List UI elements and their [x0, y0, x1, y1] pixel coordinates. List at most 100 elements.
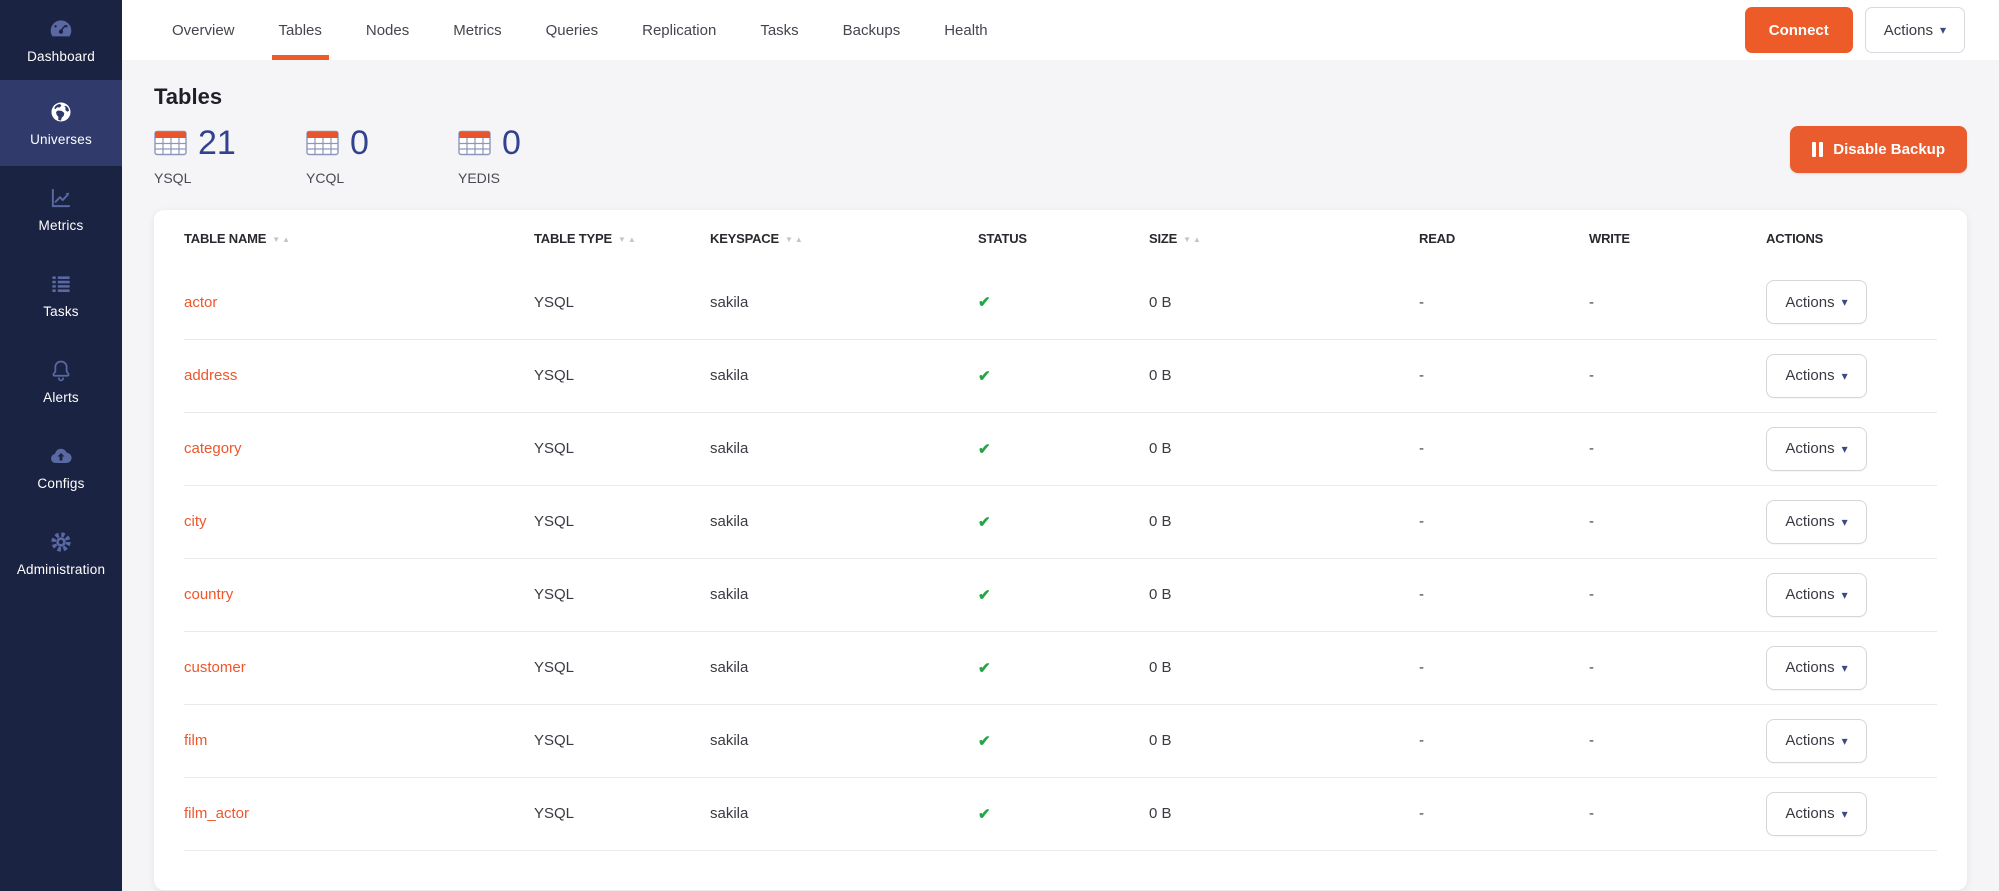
table-name-link[interactable]: film_actor — [184, 805, 249, 822]
col-header-keyspace[interactable]: KEYSPACE▼▲ — [710, 210, 978, 266]
col-header-table-name[interactable]: TABLE NAME▼▲ — [184, 210, 534, 266]
cell-read: - — [1419, 339, 1589, 412]
table-row: category YSQL sakila ✔ 0 B - - Actions — [184, 412, 1937, 485]
tables-card: TABLE NAME▼▲ TABLE TYPE▼▲ KEYSPACE▼▲ STA… — [154, 210, 1967, 890]
row-actions-button[interactable]: Actions ▾ — [1766, 646, 1867, 690]
cell-write: - — [1589, 266, 1766, 339]
globe-icon — [48, 99, 74, 125]
status-check-icon: ✔ — [978, 587, 991, 604]
col-header-read: READ — [1419, 210, 1589, 266]
table-row: customer YSQL sakila ✔ 0 B - - Actions — [184, 631, 1937, 704]
sidebar-item-administration[interactable]: Administration — [0, 510, 122, 596]
sidebar-item-configs[interactable]: Configs — [0, 424, 122, 510]
tab-queries[interactable]: Queries — [533, 0, 612, 60]
cell-keyspace: sakila — [710, 558, 978, 631]
tab-metrics[interactable]: Metrics — [440, 0, 514, 60]
disable-backup-button[interactable]: Disable Backup — [1790, 126, 1967, 173]
table-row: address YSQL sakila ✔ 0 B - - Actions — [184, 339, 1937, 412]
col-header-size[interactable]: SIZE▼▲ — [1149, 210, 1419, 266]
stat-yedis: 0 YEDIS — [458, 126, 610, 186]
connect-button[interactable]: Connect — [1745, 7, 1853, 53]
table-body: actor YSQL sakila ✔ 0 B - - Actions — [184, 266, 1937, 850]
cell-read: - — [1419, 777, 1589, 850]
chevron-down-icon: ▾ — [1842, 370, 1848, 382]
cell-size: 0 B — [1149, 339, 1419, 412]
table-row: film YSQL sakila ✔ 0 B - - Actions — [184, 704, 1937, 777]
cell-write: - — [1589, 777, 1766, 850]
tab-tasks[interactable]: Tasks — [747, 0, 811, 60]
col-header-table-type[interactable]: TABLE TYPE▼▲ — [534, 210, 710, 266]
tables-table: TABLE NAME▼▲ TABLE TYPE▼▲ KEYSPACE▼▲ STA… — [184, 210, 1937, 851]
row-actions-button[interactable]: Actions ▾ — [1766, 719, 1867, 763]
row-actions-button[interactable]: Actions ▾ — [1766, 792, 1867, 836]
table-name-link[interactable]: category — [184, 440, 242, 457]
page-title: Tables — [154, 84, 1967, 110]
tab-health[interactable]: Health — [931, 0, 1000, 60]
table-name-link[interactable]: country — [184, 586, 233, 603]
cell-size: 0 B — [1149, 558, 1419, 631]
table-icon — [154, 129, 187, 157]
status-check-icon: ✔ — [978, 441, 991, 458]
tab-overview[interactable]: Overview — [159, 0, 248, 60]
bell-icon — [48, 357, 74, 383]
universe-tab-bar: Overview Tables Nodes Metrics Queries Re… — [122, 0, 1999, 60]
sidebar-item-metrics[interactable]: Metrics — [0, 166, 122, 252]
sidebar-item-tasks[interactable]: Tasks — [0, 252, 122, 338]
cell-table-type: YSQL — [534, 777, 710, 850]
table-name-link[interactable]: city — [184, 513, 207, 530]
tables-content: Tables 21 YSQL — [122, 60, 1999, 891]
sidebar-item-dashboard[interactable]: Dashboard — [0, 0, 122, 80]
chevron-down-icon: ▾ — [1842, 296, 1848, 308]
tab-replication[interactable]: Replication — [629, 0, 729, 60]
stat-ycql: 0 YCQL — [306, 126, 458, 186]
tab-backups[interactable]: Backups — [830, 0, 914, 60]
sidebar-item-label: Configs — [37, 476, 84, 491]
row-actions-button[interactable]: Actions ▾ — [1766, 573, 1867, 617]
status-check-icon: ✔ — [978, 806, 991, 823]
cell-write: - — [1589, 485, 1766, 558]
pause-icon — [1812, 142, 1823, 157]
col-header-actions: ACTIONS — [1766, 210, 1937, 266]
yedis-label: YEDIS — [458, 170, 610, 186]
cell-keyspace: sakila — [710, 704, 978, 777]
cell-table-type: YSQL — [534, 339, 710, 412]
table-name-link[interactable]: customer — [184, 659, 246, 676]
table-name-link[interactable]: actor — [184, 294, 217, 311]
tabs: Overview Tables Nodes Metrics Queries Re… — [150, 0, 1010, 60]
cell-table-type: YSQL — [534, 704, 710, 777]
stat-ysql: 21 YSQL — [154, 126, 306, 186]
chevron-down-icon: ▾ — [1842, 662, 1848, 674]
tab-tables[interactable]: Tables — [266, 0, 335, 60]
row-actions-button[interactable]: Actions ▾ — [1766, 500, 1867, 544]
sidebar-item-label: Dashboard — [27, 49, 95, 64]
table-name-link[interactable]: address — [184, 367, 237, 384]
table-name-link[interactable]: film — [184, 732, 207, 749]
row-actions-button[interactable]: Actions ▾ — [1766, 354, 1867, 398]
cell-size: 0 B — [1149, 631, 1419, 704]
ysql-count: 21 — [198, 126, 236, 160]
sidebar-item-alerts[interactable]: Alerts — [0, 338, 122, 424]
cell-write: - — [1589, 704, 1766, 777]
status-check-icon: ✔ — [978, 294, 991, 311]
col-header-status: STATUS — [978, 210, 1149, 266]
cell-table-type: YSQL — [534, 558, 710, 631]
row-actions-button[interactable]: Actions ▾ — [1766, 427, 1867, 471]
row-actions-button[interactable]: Actions ▾ — [1766, 280, 1867, 324]
chevron-down-icon: ▾ — [1842, 589, 1848, 601]
list-icon — [48, 271, 74, 297]
cell-read: - — [1419, 266, 1589, 339]
sort-icon[interactable]: ▼▲ — [1183, 235, 1203, 244]
status-check-icon: ✔ — [978, 733, 991, 750]
table-icon — [306, 129, 339, 157]
cell-table-type: YSQL — [534, 266, 710, 339]
cell-keyspace: sakila — [710, 777, 978, 850]
sort-icon[interactable]: ▼▲ — [618, 235, 638, 244]
tab-nodes[interactable]: Nodes — [353, 0, 422, 60]
cell-write: - — [1589, 412, 1766, 485]
sort-icon[interactable]: ▼▲ — [785, 235, 805, 244]
sidebar: Dashboard Universes Metrics — [0, 0, 122, 891]
universe-actions-button[interactable]: Actions ▾ — [1865, 7, 1965, 53]
sidebar-item-universes[interactable]: Universes — [0, 80, 122, 166]
col-header-write: WRITE — [1589, 210, 1766, 266]
sort-icon[interactable]: ▼▲ — [272, 235, 292, 244]
